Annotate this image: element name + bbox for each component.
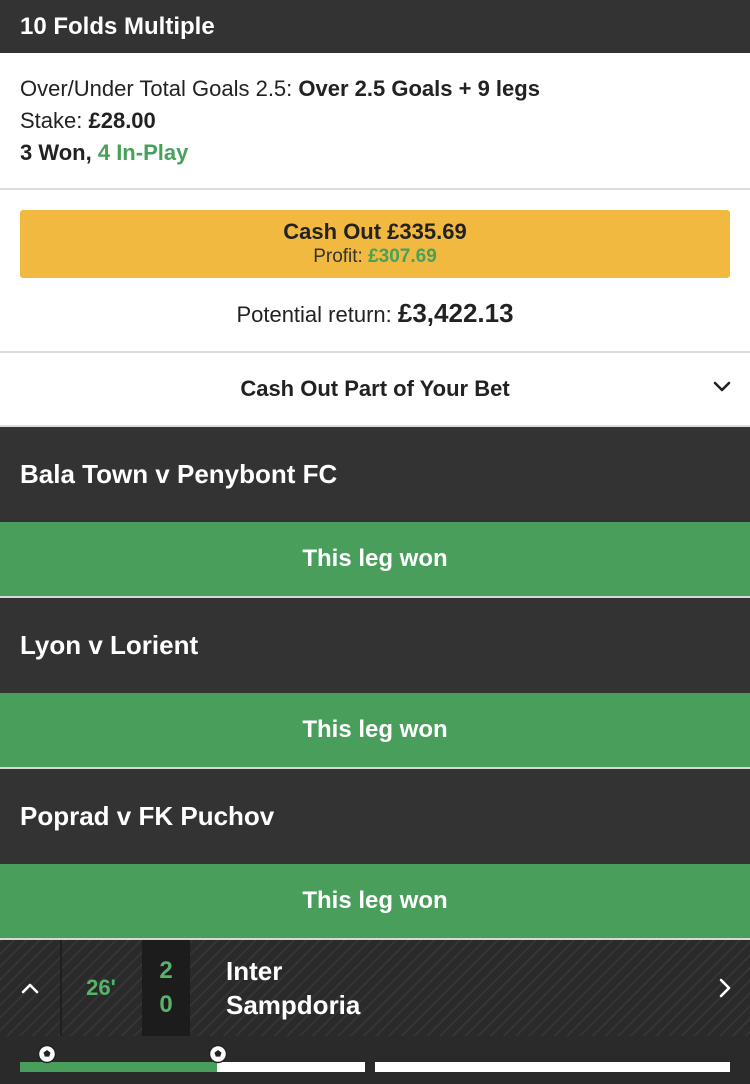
partial-cashout-label: Cash Out Part of Your Bet xyxy=(240,376,510,401)
bet-title: 10 Folds Multiple xyxy=(20,12,215,40)
bet-summary: Over/Under Total Goals 2.5: Over 2.5 Goa… xyxy=(0,53,750,190)
goal-football-icon xyxy=(37,1044,57,1064)
cashout-button[interactable]: Cash Out £335.69 Profit: £307.69 xyxy=(20,210,730,278)
live-match-bar: 26' 2 0 Inter Sampdoria xyxy=(0,940,750,1036)
bet-header: 10 Folds Multiple xyxy=(0,0,750,53)
profit-label: Profit: xyxy=(313,246,369,267)
partial-cashout-toggle[interactable]: Cash Out Part of Your Bet xyxy=(0,353,750,427)
match-timeline xyxy=(0,1036,750,1084)
leg-match-title: Poprad v FK Puchov xyxy=(0,769,750,864)
match-minute: 26' xyxy=(86,975,116,1000)
chevron-up-icon xyxy=(21,983,39,994)
leg-item: Bala Town v Penybont FC This leg won xyxy=(0,427,750,598)
potential-value: £3,422.13 xyxy=(397,298,514,328)
away-score: 0 xyxy=(159,991,173,1018)
leg-won-banner: This leg won xyxy=(0,522,750,598)
leg-item: Lyon v Lorient This leg won xyxy=(0,598,750,769)
stake-value: £28.00 xyxy=(88,108,156,133)
leg-won-banner: This leg won xyxy=(0,864,750,940)
home-team: Inter xyxy=(226,956,283,986)
home-score: 2 xyxy=(159,957,173,984)
chevron-right-icon xyxy=(719,978,731,998)
match-details-button[interactable] xyxy=(700,940,750,1036)
potential-label: Potential return: xyxy=(236,302,398,327)
first-half-bar xyxy=(20,1062,365,1072)
team-names: Inter Sampdoria xyxy=(226,940,360,1036)
profit-value: £307.69 xyxy=(368,246,437,267)
selection-text: Over 2.5 Goals + 9 legs xyxy=(298,76,540,101)
market-label: Over/Under Total Goals 2.5: xyxy=(20,76,299,101)
chevron-down-icon xyxy=(713,381,731,392)
score-box: 2 0 xyxy=(142,940,190,1036)
leg-status-line: 3 Won, 4 In-Play xyxy=(20,137,730,169)
away-team: Sampdoria xyxy=(226,990,361,1020)
inplay-count: 4 In-Play xyxy=(97,140,189,165)
leg-won-banner: This leg won xyxy=(0,693,750,769)
cashout-amount: Cash Out £335.69 xyxy=(283,219,467,244)
cashout-profit: Profit: £307.69 xyxy=(313,245,437,269)
stake-line: Stake: £28.00 xyxy=(20,105,730,137)
second-half-bar xyxy=(375,1062,730,1072)
leg-match-title: Lyon v Lorient xyxy=(0,598,750,693)
leg-list: Bala Town v Penybont FC This leg won Lyo… xyxy=(0,427,750,940)
collapse-button[interactable] xyxy=(0,940,62,1036)
goal-football-icon xyxy=(208,1044,228,1064)
stake-label: Stake: xyxy=(20,108,89,133)
leg-item: Poprad v FK Puchov This leg won xyxy=(0,769,750,940)
potential-return: Potential return: £3,422.13 xyxy=(0,298,750,329)
leg-match-title: Bala Town v Penybont FC xyxy=(0,427,750,522)
cashout-area: Cash Out £335.69 Profit: £307.69 Potenti… xyxy=(0,190,750,353)
won-count: 3 Won, xyxy=(20,140,92,165)
market-line: Over/Under Total Goals 2.5: Over 2.5 Goa… xyxy=(20,73,730,105)
